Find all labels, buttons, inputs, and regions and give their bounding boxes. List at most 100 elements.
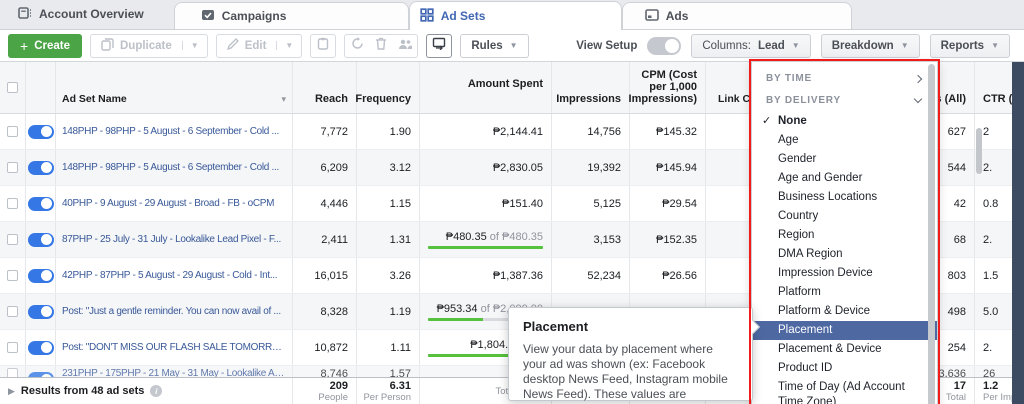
- column-header-frequency[interactable]: Frequency: [355, 62, 420, 113]
- menu-section-by-time[interactable]: BY TIME: [752, 68, 937, 90]
- breakdown-button[interactable]: Breakdown ▼: [820, 33, 920, 58]
- ad-set-status-toggle[interactable]: [27, 304, 54, 319]
- rules-label: Rules: [471, 39, 503, 52]
- column-header-name[interactable]: Ad Set Name ▾: [56, 62, 293, 113]
- tab-label: Campaigns: [221, 9, 287, 23]
- menu-scrollbar[interactable]: [928, 64, 935, 404]
- edit-button[interactable]: Edit ▼: [215, 33, 303, 58]
- ad-set-status-toggle[interactable]: [27, 196, 54, 211]
- create-button[interactable]: + Create: [8, 33, 82, 58]
- ad-set-status-toggle[interactable]: [27, 232, 54, 247]
- icon-button-group: [344, 33, 419, 58]
- audience-button[interactable]: [393, 37, 417, 55]
- row-checkbox[interactable]: [7, 162, 18, 173]
- ad-set-status-toggle[interactable]: [27, 124, 54, 139]
- clipboard-button[interactable]: [310, 33, 337, 58]
- trash-icon: [375, 37, 387, 55]
- clipboard-icon: [317, 37, 329, 55]
- menu-item-age-and-gender[interactable]: Age and Gender: [752, 169, 937, 188]
- budget-progress-bar: [428, 245, 543, 249]
- ads-manager-page: Account Overview Campaigns Ad Sets Ads +…: [0, 0, 1024, 404]
- breakdown-label: Breakdown: [831, 39, 894, 52]
- ad-set-status-toggle[interactable]: [27, 268, 54, 283]
- export-button[interactable]: [426, 33, 453, 58]
- menu-item-region[interactable]: Region: [752, 226, 937, 245]
- expand-triangle-icon[interactable]: ▶: [8, 386, 15, 397]
- ad-set-name-link[interactable]: Post: "Just a gentle reminder. You can n…: [62, 306, 286, 317]
- menu-item-platform[interactable]: Platform: [752, 283, 937, 302]
- menu-item-dma-region[interactable]: DMA Region: [752, 245, 937, 264]
- delete-button[interactable]: [369, 37, 393, 55]
- reach-value: 6,209: [293, 150, 357, 185]
- tab-account-overview[interactable]: Account Overview: [0, 0, 174, 29]
- columns-button[interactable]: Columns: Lead ▼: [691, 33, 811, 58]
- menu-item-placement[interactable]: Placement: [752, 321, 937, 340]
- menu-item-placement-device[interactable]: Placement & Device: [752, 340, 937, 359]
- reach-value: 4,446: [293, 186, 357, 221]
- checkmark-icon: ✓: [762, 115, 772, 127]
- cpm-value: ₱145.32: [630, 114, 706, 149]
- ad-set-status-toggle[interactable]: [27, 340, 54, 355]
- view-setup-toggle[interactable]: [647, 36, 682, 55]
- rules-button[interactable]: Rules ▼: [460, 33, 529, 58]
- impressions-value: 52,234: [552, 258, 630, 293]
- tooltip-body: View your data by placement where your a…: [523, 342, 728, 404]
- tab-ads[interactable]: Ads: [621, 2, 852, 29]
- menu-item-time-of-day-ad-account-time-zone[interactable]: Time of Day (Ad Account Time Zone): [752, 378, 937, 404]
- row-checkbox[interactable]: [7, 342, 18, 353]
- menu-item-country[interactable]: Country: [752, 207, 937, 226]
- row-checkbox[interactable]: [7, 368, 18, 377]
- tab-campaigns[interactable]: Campaigns: [173, 2, 409, 29]
- column-header-impressions[interactable]: Impressions: [552, 62, 630, 113]
- ad-set-name-link[interactable]: 87PHP - 25 July - 31 July - Lookalike Le…: [62, 234, 286, 245]
- reports-button[interactable]: Reports ▼: [929, 33, 1010, 58]
- ad-sets-icon: [420, 7, 434, 25]
- info-icon[interactable]: i: [150, 385, 163, 397]
- frequency-value: 1.11: [357, 330, 420, 365]
- columns-prefix: Columns:: [702, 39, 751, 52]
- menu-item-platform-device[interactable]: Platform & Device: [752, 302, 937, 321]
- footer-frequency: 6.31 Per Person: [357, 378, 420, 404]
- reach-value: 7,772: [293, 114, 357, 149]
- ad-set-name-link[interactable]: 148PHP - 98PHP - 5 August - 6 September …: [62, 126, 286, 137]
- ad-set-name-link[interactable]: 148PHP - 98PHP - 5 August - 6 September …: [62, 162, 286, 173]
- menu-section-by-delivery[interactable]: BY DELIVERY: [752, 90, 937, 112]
- amount-spent-value: ₱151.40: [420, 186, 552, 221]
- menu-item-product-id[interactable]: Product ID: [752, 359, 937, 378]
- cpm-value: ₱145.94: [630, 150, 706, 185]
- menu-item-age[interactable]: Age: [752, 131, 937, 150]
- refresh-button[interactable]: [345, 36, 369, 55]
- menu-item-gender[interactable]: Gender: [752, 150, 937, 169]
- ad-set-name-link[interactable]: 231PHP - 175PHP - 21 May - 31 May - Look…: [62, 368, 286, 377]
- right-panel-edge: [1012, 62, 1024, 404]
- row-checkbox[interactable]: [7, 306, 18, 317]
- tab-ad-sets[interactable]: Ad Sets: [408, 1, 622, 30]
- row-checkbox[interactable]: [7, 234, 18, 245]
- row-checkbox[interactable]: [7, 126, 18, 137]
- reach-value: 2,411: [293, 222, 357, 257]
- sort-caret-icon: ▾: [281, 94, 286, 104]
- ad-set-name-link[interactable]: 40PHP - 9 August - 29 August - Broad - F…: [62, 198, 286, 209]
- ads-icon: [644, 8, 659, 25]
- column-header-amount-spent[interactable]: Amount Spent: [420, 62, 552, 113]
- menu-item-none[interactable]: ✓ None: [752, 112, 937, 131]
- duplicate-caret[interactable]: ▼: [181, 41, 207, 50]
- row-checkbox[interactable]: [7, 270, 18, 281]
- view-setup-label: View Setup: [576, 39, 638, 52]
- results-summary: Results from 48 ad sets: [20, 385, 145, 397]
- edit-caret[interactable]: ▼: [276, 41, 301, 50]
- ad-set-name-link[interactable]: 42PHP - 87PHP - 5 August - 29 August - C…: [62, 270, 286, 281]
- row-checkbox[interactable]: [7, 198, 18, 209]
- table-scrollbar[interactable]: [976, 128, 982, 174]
- column-header-cpm[interactable]: CPM (Cost per 1,000 Impressions): [629, 62, 706, 113]
- select-all-checkbox[interactable]: [7, 82, 18, 93]
- column-header-reach[interactable]: Reach: [293, 62, 357, 113]
- chevron-down-icon: ▼: [509, 41, 518, 50]
- impressions-value: 14,756: [552, 114, 630, 149]
- menu-item-impression-device[interactable]: Impression Device: [752, 264, 937, 283]
- duplicate-button[interactable]: Duplicate ▼: [90, 33, 208, 58]
- ad-set-status-toggle[interactable]: [27, 160, 54, 175]
- menu-item-business-locations[interactable]: Business Locations: [752, 188, 937, 207]
- amount-spent-value: ₱1,387.36: [420, 258, 552, 293]
- ad-set-name-link[interactable]: Post: "DON'T MISS OUR FLASH SALE TOMORRO…: [62, 342, 286, 353]
